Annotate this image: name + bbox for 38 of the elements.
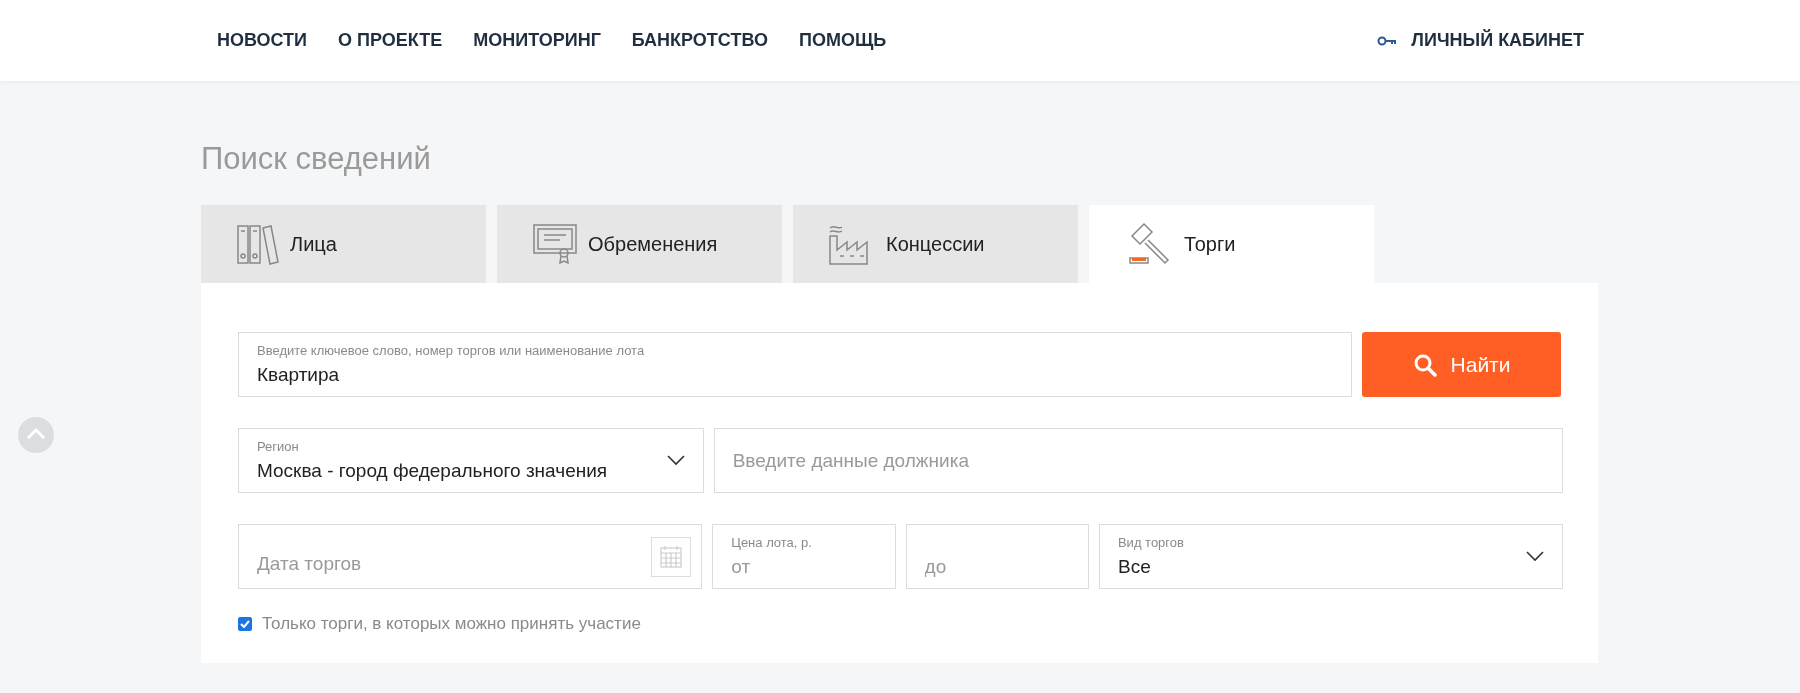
key-icon bbox=[1377, 35, 1398, 46]
nav-link[interactable]: НОВОСТИ bbox=[217, 30, 308, 51]
text-input[interactable]: Квартира bbox=[257, 364, 1333, 386]
debtor-field[interactable]: Введите данные должника bbox=[713, 428, 1563, 493]
selected-value: Все bbox=[1117, 556, 1152, 578]
checkbox[interactable] bbox=[238, 617, 252, 631]
chevron-down-icon bbox=[666, 455, 685, 466]
books-icon bbox=[236, 223, 280, 265]
tab[interactable]: Концессии bbox=[793, 205, 1078, 283]
checkbox-label: Только торги, в которых можно принять участие bbox=[262, 614, 641, 634]
text-input[interactable]: от bbox=[731, 556, 877, 578]
certificate-icon bbox=[532, 223, 578, 265]
search-icon bbox=[1412, 352, 1437, 377]
selected-value: Москва - город федерального значения bbox=[257, 460, 609, 482]
region-select[interactable]: Регион Москва - город федерального значения bbox=[238, 428, 704, 493]
tab[interactable]: Лица bbox=[201, 205, 486, 283]
nav-link[interactable]: МОНИТОРИНГ bbox=[473, 30, 601, 51]
nav-link[interactable]: ПОМОЩЬ bbox=[798, 30, 887, 51]
text-input[interactable]: Дата торгов bbox=[257, 538, 640, 575]
field-label: Вид торгов bbox=[1117, 535, 1185, 550]
auction-type-select[interactable]: Вид торгов Все bbox=[1098, 524, 1563, 589]
field-label: Регион bbox=[257, 439, 300, 454]
page-title: Поиск сведений bbox=[201, 140, 432, 178]
field-label: Цена лота, р. bbox=[731, 535, 813, 550]
nav-link[interactable]: БАНКРОТСТВО bbox=[631, 30, 768, 51]
account-link[interactable]: ЛИЧНЫЙ КАБИНЕТ bbox=[1411, 30, 1584, 51]
date-field[interactable]: Дата торгов bbox=[238, 524, 703, 589]
scroll-up-icon[interactable] bbox=[18, 417, 54, 453]
tab[interactable]: Обременения bbox=[497, 205, 782, 283]
tab[interactable]: Торги bbox=[1089, 205, 1374, 283]
text-input[interactable]: до bbox=[924, 535, 1070, 578]
text-input[interactable]: Введите данные должника bbox=[732, 449, 1544, 472]
price-to-field[interactable]: до bbox=[905, 524, 1089, 589]
chevron-down-icon bbox=[1526, 551, 1544, 562]
field-label: Введите ключевое слово, номер торгов или наименование лота bbox=[257, 343, 646, 358]
nav-link[interactable]: О ПРОЕКТЕ bbox=[338, 30, 443, 51]
calendar-icon[interactable] bbox=[651, 537, 692, 577]
keyword-field[interactable]: Введите ключевое слово, номер торгов или наименование лота Квартира bbox=[238, 332, 1352, 397]
